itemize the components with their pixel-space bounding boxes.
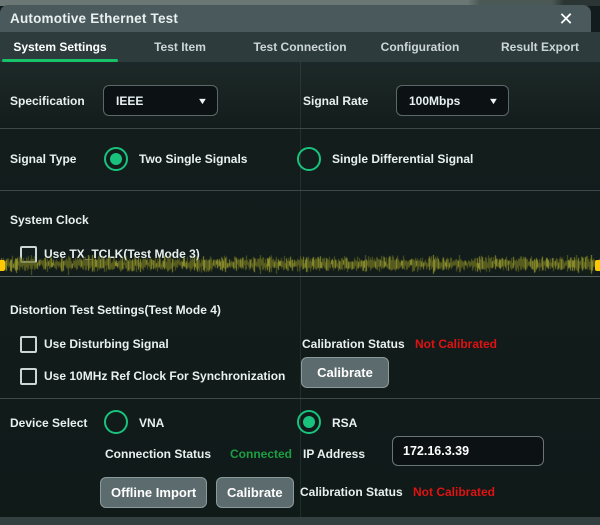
automotive-ethernet-test-dialog: Automotive Ethernet Test ✕ System Settin… bbox=[0, 0, 600, 525]
chevron-down-icon: ▼ bbox=[197, 96, 208, 106]
signal-rate-label: Signal Rate bbox=[303, 94, 368, 108]
tab-system-settings[interactable]: System Settings bbox=[0, 32, 120, 62]
underlying-screen-bottom-strip bbox=[0, 517, 600, 525]
tab-configuration[interactable]: Configuration bbox=[360, 32, 480, 62]
specification-dropdown[interactable]: IEEE ▼ bbox=[103, 85, 218, 116]
distortion-calibrate-button[interactable]: Calibrate bbox=[301, 357, 389, 388]
use-disturbing-signal-label[interactable]: Use Disturbing Signal bbox=[44, 337, 169, 351]
button-label: Calibrate bbox=[317, 365, 373, 380]
distortion-settings-label: Distortion Test Settings(Test Mode 4) bbox=[10, 303, 221, 317]
divider bbox=[0, 190, 600, 191]
device-calibration-status-value: Not Calibrated bbox=[413, 485, 495, 499]
button-label: Offline Import bbox=[111, 485, 196, 500]
radio-single-differential-signal-label[interactable]: Single Differential Signal bbox=[332, 152, 473, 166]
tab-label: Test Item bbox=[154, 40, 206, 54]
radio-vna-label[interactable]: VNA bbox=[139, 416, 164, 430]
radio-single-differential-signal[interactable] bbox=[297, 147, 321, 171]
specification-label: Specification bbox=[10, 94, 85, 108]
divider bbox=[0, 398, 600, 399]
distortion-calibration-status-value: Not Calibrated bbox=[415, 337, 497, 351]
tab-label: System Settings bbox=[13, 40, 106, 54]
waveform-right-marker bbox=[595, 260, 600, 271]
signal-type-label: Signal Type bbox=[10, 152, 76, 166]
device-calibration-status-label: Calibration Status bbox=[300, 485, 403, 499]
signal-rate-dropdown[interactable]: 100Mbps ▼ bbox=[396, 85, 509, 116]
radio-rsa[interactable] bbox=[297, 410, 321, 434]
divider bbox=[0, 128, 600, 129]
connection-status-label: Connection Status bbox=[105, 447, 211, 461]
distortion-calibration-status-label: Calibration Status bbox=[302, 337, 405, 351]
device-select-label: Device Select bbox=[10, 416, 87, 430]
dialog-title: Automotive Ethernet Test bbox=[0, 11, 178, 26]
close-icon[interactable]: ✕ bbox=[555, 8, 577, 30]
connection-status-value: Connected bbox=[230, 447, 292, 461]
specification-value: IEEE bbox=[116, 94, 143, 108]
tab-bar: System Settings Test Item Test Connectio… bbox=[0, 32, 600, 62]
tab-label: Test Connection bbox=[253, 40, 346, 54]
scope-waveform-strip bbox=[0, 255, 600, 275]
tab-result-export[interactable]: Result Export bbox=[480, 32, 600, 62]
tab-test-item[interactable]: Test Item bbox=[120, 32, 240, 62]
device-calibrate-button[interactable]: Calibrate bbox=[216, 477, 294, 508]
use-10mhz-ref-clock-label[interactable]: Use 10MHz Ref Clock For Synchronization bbox=[44, 369, 285, 383]
radio-rsa-label[interactable]: RSA bbox=[332, 416, 357, 430]
signal-rate-value: 100Mbps bbox=[409, 94, 460, 108]
divider bbox=[0, 276, 600, 277]
center-divider bbox=[300, 62, 301, 517]
tab-label: Result Export bbox=[501, 40, 579, 54]
use-disturbing-signal-checkbox[interactable] bbox=[20, 336, 37, 353]
waveform-left-marker bbox=[0, 260, 5, 271]
chevron-down-icon: ▼ bbox=[488, 96, 499, 106]
radio-two-single-signals[interactable] bbox=[104, 147, 128, 171]
radio-vna[interactable] bbox=[104, 410, 128, 434]
offline-import-button[interactable]: Offline Import bbox=[100, 477, 207, 508]
ip-address-label: IP Address bbox=[303, 447, 365, 461]
tab-label: Configuration bbox=[381, 40, 460, 54]
system-clock-label: System Clock bbox=[10, 213, 89, 227]
use-10mhz-ref-clock-checkbox[interactable] bbox=[20, 368, 37, 385]
ip-address-input[interactable] bbox=[392, 436, 544, 466]
dialog-titlebar: Automotive Ethernet Test ✕ bbox=[0, 5, 591, 32]
radio-two-single-signals-label[interactable]: Two Single Signals bbox=[139, 152, 247, 166]
tab-test-connection[interactable]: Test Connection bbox=[240, 32, 360, 62]
button-label: Calibrate bbox=[227, 485, 283, 500]
